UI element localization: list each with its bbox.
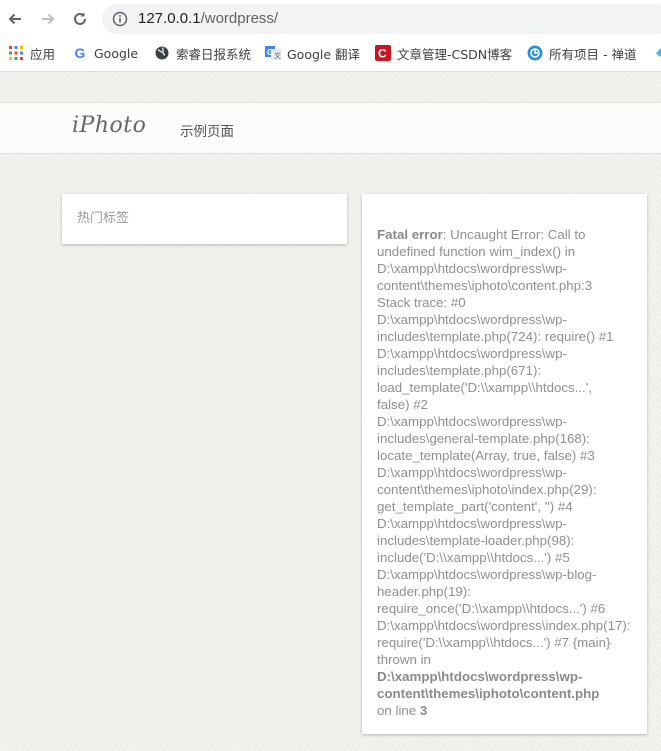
error-line: content\themes\iphoto\content.php:3 <box>377 278 593 293</box>
google-translate-icon: G文 <box>265 45 281 61</box>
error-file-path: D:\xampp\htdocs\wordpress\wp- <box>377 669 583 684</box>
zentao-icon <box>527 45 543 61</box>
error-line: includes\template-loader.php(98): <box>377 533 575 548</box>
error-line: D:\xampp\htdocs\wordpress\wp- <box>377 414 567 429</box>
error-line: includes\general-template.php(168): <box>377 431 590 446</box>
error-line: content\themes\iphoto\index.php(29): <box>377 482 597 497</box>
apps-grid-icon <box>8 45 24 61</box>
content-panel: Fatal error: Uncaught Error: Call to und… <box>362 194 647 734</box>
error-line: D:\xampp\htdocs\wordpress\wp- <box>377 312 567 327</box>
error-line: undefined function wim_index() in <box>377 244 576 259</box>
error-line: false) #2 <box>377 397 428 412</box>
csdn-icon: C <box>375 45 391 61</box>
bookmark-overflow[interactable] <box>652 43 661 63</box>
bookmarks-bar: 应用 G Google 索睿日报系统 G文 Google 翻译 C 文章管理-C… <box>0 38 661 68</box>
error-line: D:\xampp\htdocs\wordpress\wp- <box>377 261 567 276</box>
back-button[interactable] <box>2 6 28 32</box>
error-line-number: 3 <box>419 703 428 718</box>
error-line-info: on line 3 <box>377 703 428 718</box>
globe-icon <box>154 45 170 61</box>
error-line: require('D:\\xampp\\htdocs...') #7 {main… <box>377 635 611 650</box>
bookmark-label: 索睿日报系统 <box>176 46 252 62</box>
error-file-path: content\themes\iphoto\content.php <box>377 686 600 701</box>
error-line: D:\xampp\htdocs\wordpress\wp- <box>377 465 567 480</box>
bookmark-google[interactable]: G Google <box>72 43 139 63</box>
bookmark-csdn[interactable]: C 文章管理-CSDN博客 <box>375 43 512 63</box>
bookmark-label: Google 翻译 <box>287 46 361 62</box>
browser-chrome: 127.0.0.1/wordpress/ 应用 G Google 索睿日报系统 <box>0 0 661 72</box>
reload-icon <box>74 12 86 25</box>
address-bar[interactable]: 127.0.0.1/wordpress/ <box>102 4 661 34</box>
google-icon: G <box>74 45 86 61</box>
error-line: includes\template.php(671): <box>377 363 542 378</box>
bookmark-zentao[interactable]: 所有项目 - 禅道 <box>527 43 636 63</box>
svg-text:C: C <box>378 47 387 61</box>
error-line: D:\xampp\htdocs\wordpress\wp- <box>377 516 567 531</box>
error-first-line: Fatal error: Uncaught Error: Call to <box>377 226 639 243</box>
error-line: locate_template(Array, true, false) #3 <box>377 448 595 463</box>
svg-text:G: G <box>267 48 273 57</box>
widget-title: 热门标签 <box>77 211 130 226</box>
error-line: D:\xampp\htdocs\wordpress\wp- <box>377 346 567 361</box>
error-line: Stack trace: #0 <box>377 295 466 310</box>
error-line: include('D:\\xampp\\htdocs...') #5 <box>377 550 570 565</box>
bookmark-label: 所有项目 - 禅道 <box>549 46 637 62</box>
browser-nav-row: 127.0.0.1/wordpress/ <box>0 0 661 38</box>
site-logo[interactable]: iPhoto <box>72 113 146 138</box>
error-line: includes\template.php(724): require() #1 <box>377 329 614 344</box>
error-line: header.php(19): <box>377 584 471 599</box>
error-line: require_once('D:\\xampp\\htdocs...') #6 <box>377 601 606 616</box>
bookmark-label: Google <box>94 45 139 61</box>
bookmark-daily-report[interactable]: 索睿日报系统 <box>154 43 251 63</box>
back-arrow-icon <box>8 13 21 25</box>
url-text[interactable]: 127.0.0.1/wordpress/ <box>138 10 278 27</box>
error-line: D:\xampp\htdocs\wordpress\wp-blog- <box>377 567 597 582</box>
bookmark-google-translate[interactable]: G文 Google 翻译 <box>265 43 360 63</box>
url-path: /wordpress/ <box>200 10 279 27</box>
svg-text:文: 文 <box>274 51 281 60</box>
url-host: 127.0.0.1 <box>138 10 201 27</box>
bookmark-label: 文章管理-CSDN博客 <box>397 46 513 62</box>
bookmark-apps[interactable]: 应用 <box>8 43 55 63</box>
menu-item-sample-page[interactable]: 示例页面 <box>180 120 234 140</box>
reload-button[interactable] <box>67 6 93 32</box>
sidebar-widget: 热门标签 <box>62 194 347 244</box>
error-line: load_template('D:\\xampp\\htdocs...', <box>377 380 592 395</box>
bookmark-label: 应用 <box>30 46 56 62</box>
bookmark-partial-icon <box>652 45 661 61</box>
error-label: Fatal error <box>377 227 443 242</box>
error-line: D:\xampp\htdocs\wordpress\index.php(17): <box>377 618 631 633</box>
site-header: iPhoto 示例页面 <box>0 102 661 154</box>
error-line: get_template_part('content', '') #4 <box>377 499 573 514</box>
forward-arrow-icon <box>42 13 55 25</box>
error-line: thrown in <box>377 652 431 667</box>
forward-button[interactable] <box>35 6 61 32</box>
fatal-error-message: Fatal error: Uncaught Error: Call to und… <box>377 226 639 719</box>
error-text: : Uncaught Error: Call to <box>442 227 586 242</box>
info-icon[interactable] <box>112 11 128 27</box>
